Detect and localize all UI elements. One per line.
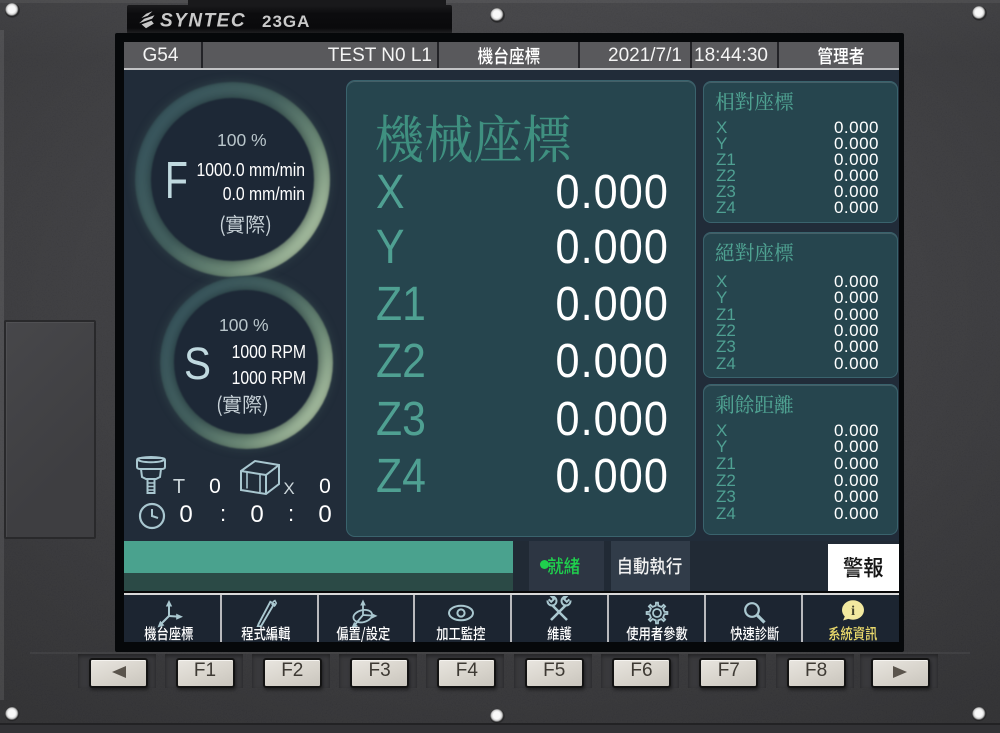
svg-text:i: i <box>851 604 855 619</box>
svg-text:SYNTEC: SYNTEC <box>160 11 246 32</box>
